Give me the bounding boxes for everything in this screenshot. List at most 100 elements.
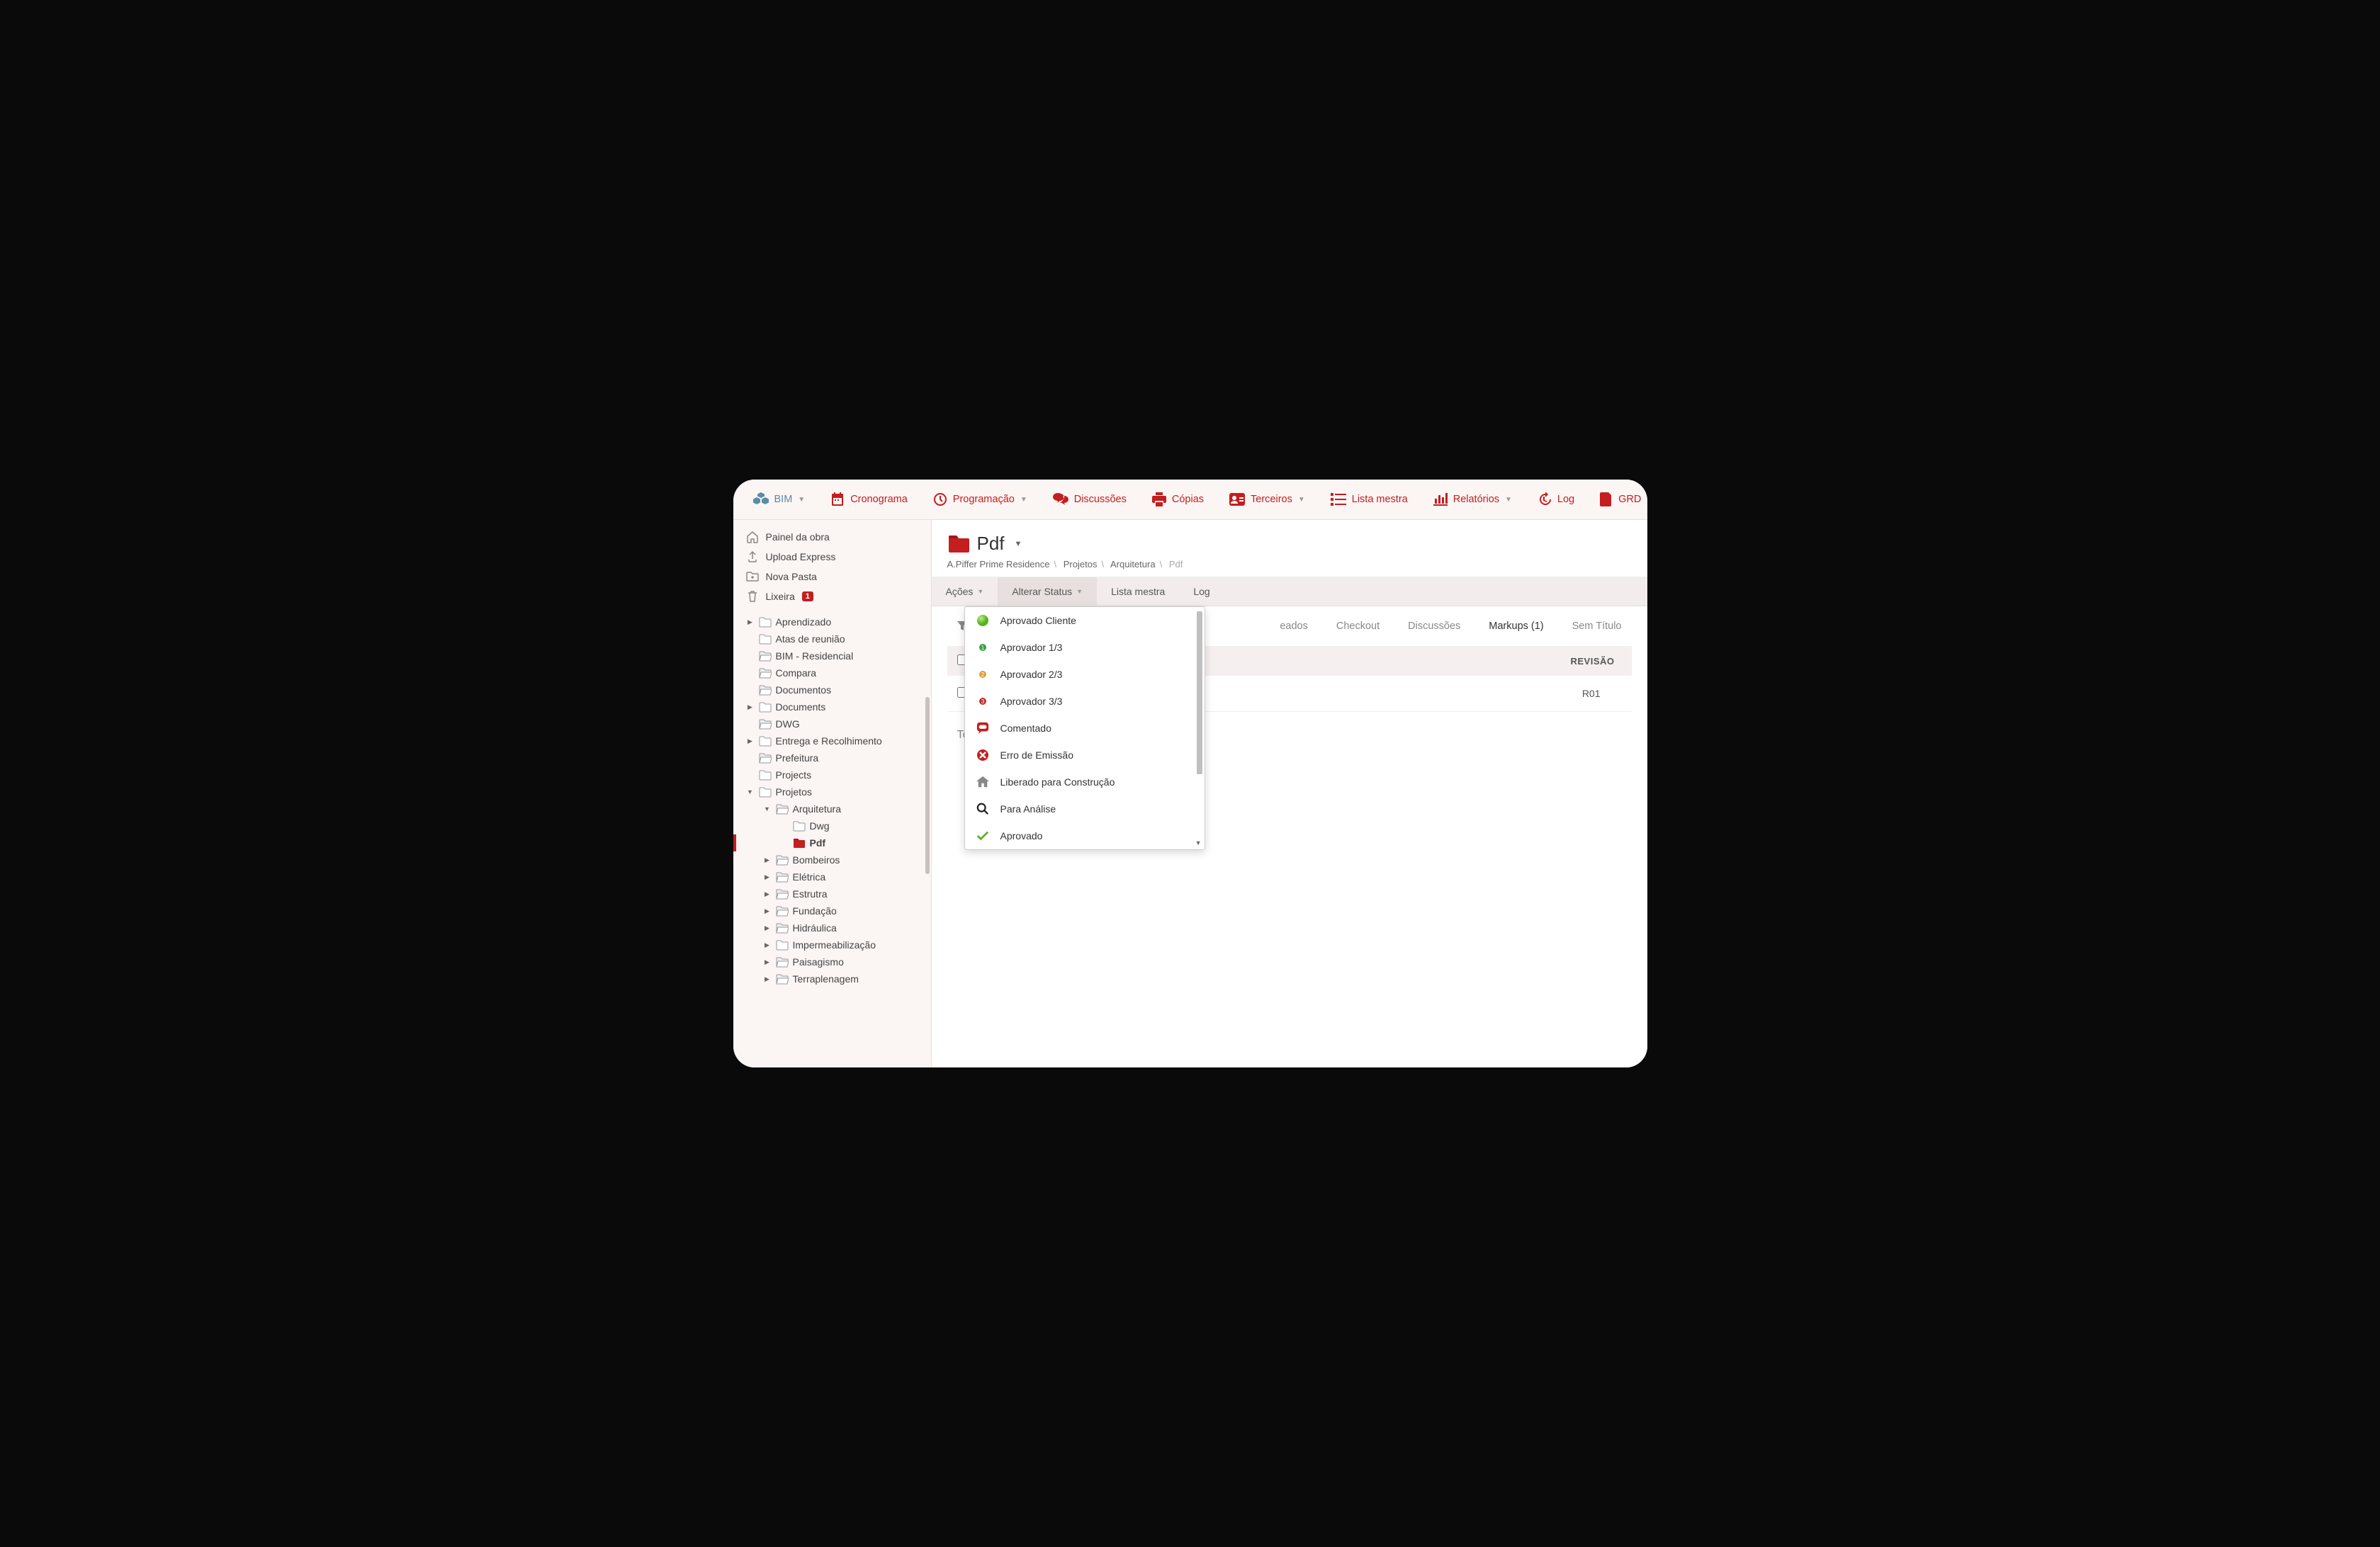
badge-green-icon: 1 [976,641,989,654]
calendar-icon [830,492,845,506]
collapse-icon[interactable]: ▼ [763,805,772,812]
expand-icon[interactable]: ▶ [763,856,772,864]
tree-imperm[interactable]: ▶Impermeabilização [733,936,931,953]
folder-red-icon [947,534,970,554]
col-revisao[interactable]: REVISÃO [1570,656,1621,667]
status-comentado[interactable]: Comentado [965,715,1205,742]
folder-icon [759,787,772,798]
tree-compara[interactable]: Compara [733,664,931,681]
expand-icon[interactable]: ▶ [763,941,772,949]
status-aprovador-2-3[interactable]: 2Aprovador 2/3 [965,661,1205,688]
crumb-projetos[interactable]: Projetos [1064,559,1098,570]
tree-prefeitura[interactable]: Prefeitura [733,749,931,766]
expand-icon[interactable]: ▶ [763,924,772,932]
clock-icon [933,492,947,506]
tree-dwg[interactable]: DWG [733,715,931,732]
action-bar: Ações▼ Alterar Status▼ Lista mestra Log [932,577,1647,606]
folder-open-icon [759,651,772,662]
folder-icon [776,940,789,951]
caret-down-icon: ▼ [977,588,983,595]
tab-checkout[interactable]: Checkout [1336,620,1380,632]
tree-paisagismo[interactable]: ▶Paisagismo [733,953,931,970]
action-acoes[interactable]: Ações▼ [932,577,998,606]
status-liberado-construcao[interactable]: Liberado para Construção [965,769,1205,795]
status-aprovado[interactable]: Aprovado [965,822,1205,849]
expand-icon[interactable]: ▶ [763,873,772,881]
nav-programacao[interactable]: Programação▼ [933,492,1027,506]
tree-projects[interactable]: Projects [733,766,931,783]
tree-fundacao[interactable]: ▶Fundação [733,902,931,919]
tree-bombeiros[interactable]: ▶Bombeiros [733,851,931,868]
check-icon [976,829,989,842]
sidebar-lixeira[interactable]: Lixeira1 [733,586,931,606]
tree-entrega[interactable]: ▶Entrega e Recolhimento [733,732,931,749]
caret-down-icon: ▼ [1020,496,1027,504]
tree-bim-res[interactable]: BIM - Residencial [733,647,931,664]
sidebar-scrollbar[interactable] [925,697,930,874]
status-aprovado-cliente[interactable]: Aprovado Cliente [965,607,1205,634]
folder-open-icon [776,923,789,934]
crumb-arquitetura[interactable]: Arquitetura [1110,559,1156,570]
tree-documentos[interactable]: Documentos [733,681,931,698]
expand-icon[interactable]: ▶ [763,890,772,898]
svg-text:1: 1 [981,645,984,651]
sidebar-painel[interactable]: Painel da obra [733,527,931,547]
dropdown-scrollbar[interactable] [1197,611,1202,774]
collapse-icon[interactable]: ▼ [746,788,755,795]
nav-copias[interactable]: Cópias [1152,492,1204,506]
expand-icon[interactable]: ▶ [746,703,755,711]
status-erro-emissao[interactable]: Erro de Emissão [965,742,1205,769]
sidebar: Painel da obra Upload Express Nova Pasta… [733,520,932,1067]
tree-documents[interactable]: ▶Documents [733,698,931,715]
expand-icon[interactable]: ▶ [746,737,755,745]
nav-cronograma[interactable]: Cronograma [830,492,908,506]
tree-hidraulica[interactable]: ▶Hidráulica [733,919,931,936]
folder-open-icon [759,668,772,679]
tree-estrutra[interactable]: ▶Estrutra [733,885,931,902]
status-aprovador-3-3[interactable]: 3Aprovador 3/3 [965,688,1205,715]
nav-terceiros[interactable]: Terceiros▼ [1229,493,1305,506]
expand-icon[interactable]: ▶ [763,975,772,983]
breadcrumb: A.Piffer Prime Residence\ Projetos\ Arqu… [947,559,1632,570]
tree-projetos[interactable]: ▼Projetos [733,783,931,800]
tab-discussoes[interactable]: Discussões [1408,620,1460,632]
dropdown-more-icon[interactable]: ▼ [1195,839,1202,846]
tree-pdf-sub[interactable]: Pdf [733,834,931,851]
tree-dwg-sub[interactable]: Dwg [733,817,931,834]
expand-icon[interactable]: ▶ [763,958,772,966]
expand-icon[interactable]: ▶ [746,618,755,626]
tree-terraplenagem[interactable]: ▶Terraplenagem [733,970,931,987]
folder-plus-icon [746,570,759,583]
status-para-analise[interactable]: Para Análise [965,795,1205,822]
tree-arquitetura[interactable]: ▼Arquitetura [733,800,931,817]
nav-bim[interactable]: BIM▼ [753,492,806,506]
nav-log[interactable]: Log [1538,492,1574,506]
tab-eados-partial[interactable]: eados [1280,620,1308,632]
sidebar-upload[interactable]: Upload Express [733,547,931,567]
expand-icon[interactable]: ▶ [763,907,772,915]
nav-grd[interactable]: GRD [1600,492,1641,506]
app-window: BIM▼ Cronograma Programação▼ Discussões … [733,480,1647,1067]
error-icon [976,749,989,761]
badge-red-icon: 3 [976,695,989,708]
svg-text:3: 3 [981,698,984,705]
crumb-root[interactable]: A.Piffer Prime Residence [947,559,1050,570]
nav-relatorios[interactable]: Relatórios▼ [1433,493,1512,506]
nav-discussoes[interactable]: Discussões [1053,493,1127,506]
action-log[interactable]: Log [1179,577,1224,606]
status-aprovador-1-3[interactable]: 1Aprovador 1/3 [965,634,1205,661]
tree-atas[interactable]: Atas de reunião [733,630,931,647]
folder-icon [759,702,772,713]
tree-aprendizado[interactable]: ▶Aprendizado [733,613,931,630]
action-lista-mestra[interactable]: Lista mestra [1097,577,1179,606]
tab-sem-titulo[interactable]: Sem Título [1572,620,1622,632]
upload-icon [746,550,759,563]
tree-eletrica[interactable]: ▶Elétrica [733,868,931,885]
top-navbar: BIM▼ Cronograma Programação▼ Discussões … [733,480,1647,520]
folder-open-icon [776,855,789,866]
caret-down-icon[interactable]: ▼ [1015,540,1022,548]
nav-lista-mestra[interactable]: Lista mestra [1331,493,1408,506]
action-alterar-status[interactable]: Alterar Status▼ [998,577,1097,606]
sidebar-nova-pasta[interactable]: Nova Pasta [733,567,931,586]
tab-markups[interactable]: Markups (1) [1489,620,1543,632]
